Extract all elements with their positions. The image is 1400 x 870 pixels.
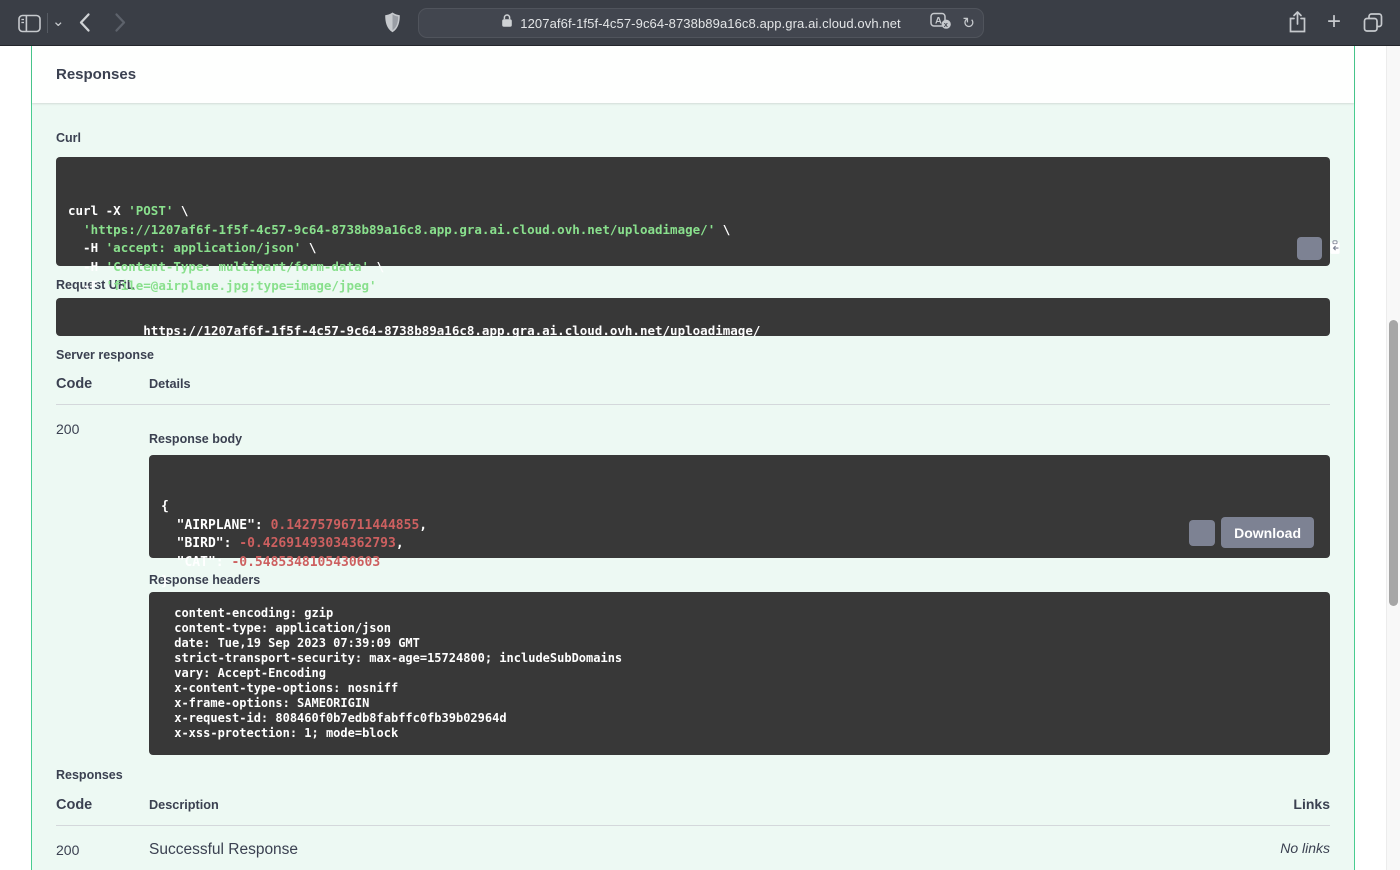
responses-section-header: Responses [32, 46, 1354, 103]
request-url-block: https://1207af6f-1f5f-4c57-9c64-8738b89a… [56, 298, 1330, 336]
address-bar[interactable]: 1207af6f-1f5f-4c57-9c64-8738b89a16c8.app… [418, 8, 984, 38]
post-operation-block: Responses Curl curl -X 'POST' \ 'https:/… [31, 46, 1355, 870]
curl-command-block: curl -X 'POST' \ 'https://1207af6f-1f5f-… [56, 157, 1330, 266]
response-body-json: { "AIRPLANE": 0.14275796711444855, "BIRD… [161, 498, 1318, 591]
privacy-report-button[interactable] [384, 11, 401, 39]
url-text: 1207af6f-1f5f-4c57-9c64-8738b89a16c8.app… [520, 16, 901, 31]
response-body-block: { "AIRPLANE": 0.14275796711444855, "BIRD… [149, 455, 1330, 558]
sidebar-toggle-button[interactable] [18, 14, 41, 38]
sidebar-icon [18, 14, 41, 38]
responses-table-header: Code Description Links [56, 796, 1330, 826]
links-column-header: Links [1293, 796, 1330, 812]
responses-table-row: 200 Successful Response No links [56, 826, 1330, 859]
code-column-header: Code [56, 797, 149, 813]
tabs-icon [1362, 11, 1384, 38]
status-code: 200 [56, 826, 149, 859]
download-button[interactable]: Download [1221, 517, 1314, 548]
description-column-header: Description [149, 798, 1293, 812]
details-column-header: Details [149, 377, 1330, 391]
translate-button[interactable]: A x [930, 12, 952, 35]
forward-icon [114, 12, 127, 38]
new-tab-button[interactable]: + [1327, 10, 1341, 34]
lock-icon [501, 13, 513, 33]
swagger-page: Responses Curl curl -X 'POST' \ 'https:/… [0, 46, 1400, 870]
scrollbar-thumb[interactable] [1389, 320, 1398, 606]
plus-icon: + [1327, 10, 1341, 34]
copy-curl-button[interactable] [1297, 237, 1322, 260]
toolbar-divider [47, 13, 48, 33]
sidebar-dropdown-button[interactable]: ⌄ [52, 14, 65, 29]
curl-command-text: curl -X 'POST' \ 'https://1207af6f-1f5f-… [68, 202, 1318, 295]
scrollbar-track[interactable] [1386, 46, 1400, 870]
back-icon [78, 12, 91, 38]
code-column-header: Code [56, 376, 149, 392]
section-title: Responses [56, 66, 136, 83]
server-response-table-header: Code Details [56, 376, 1330, 405]
server-response-row: 200 Response body { "AIRPLANE": 0.142757… [56, 405, 1330, 755]
response-links: No links [1280, 826, 1330, 859]
svg-text:A: A [935, 15, 942, 26]
share-button[interactable] [1288, 10, 1307, 39]
reload-button[interactable]: ↻ [962, 14, 975, 32]
back-button[interactable] [78, 12, 91, 38]
responses-table-label: Responses [56, 768, 1330, 782]
response-description: Successful Response [149, 826, 1280, 859]
curl-label: Curl [56, 131, 1330, 145]
chevron-down-icon: ⌄ [52, 14, 65, 29]
copy-response-button[interactable] [1189, 520, 1215, 546]
forward-button[interactable] [114, 12, 127, 38]
response-body-label: Response body [149, 432, 1330, 446]
clipboard-copy-icon [1277, 225, 1343, 273]
browser-window: ⌄ [0, 0, 1400, 870]
request-url-value: https://1207af6f-1f5f-4c57-9c64-8738b89a… [143, 323, 760, 338]
status-code: 200 [56, 405, 149, 755]
browser-toolbar: ⌄ [0, 0, 1400, 46]
tab-overview-button[interactable] [1362, 11, 1384, 38]
response-headers-block: content-encoding: gzip content-type: app… [149, 592, 1330, 755]
shield-icon [384, 11, 401, 39]
share-icon [1288, 10, 1307, 39]
